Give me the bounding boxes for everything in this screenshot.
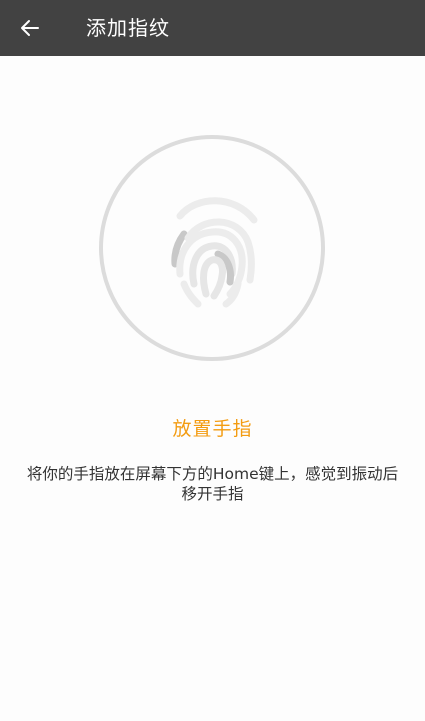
fingerprint-sensor-area [98, 134, 326, 362]
prompt-title: 放置手指 [172, 418, 253, 440]
fingerprint-icon [99, 135, 325, 361]
app-bar: 添加指纹 [0, 0, 425, 56]
add-fingerprint-screen: 添加指纹 放置手指 将你的手指放在屏幕下方的Home键上，感觉到振动后移开手指 [0, 0, 425, 721]
arrow-left-icon [21, 20, 39, 36]
prompt-description: 将你的手指放在屏幕下方的Home键上，感觉到振动后移开手指 [26, 465, 399, 503]
back-button[interactable] [10, 8, 50, 48]
page-title: 添加指纹 [86, 16, 170, 40]
